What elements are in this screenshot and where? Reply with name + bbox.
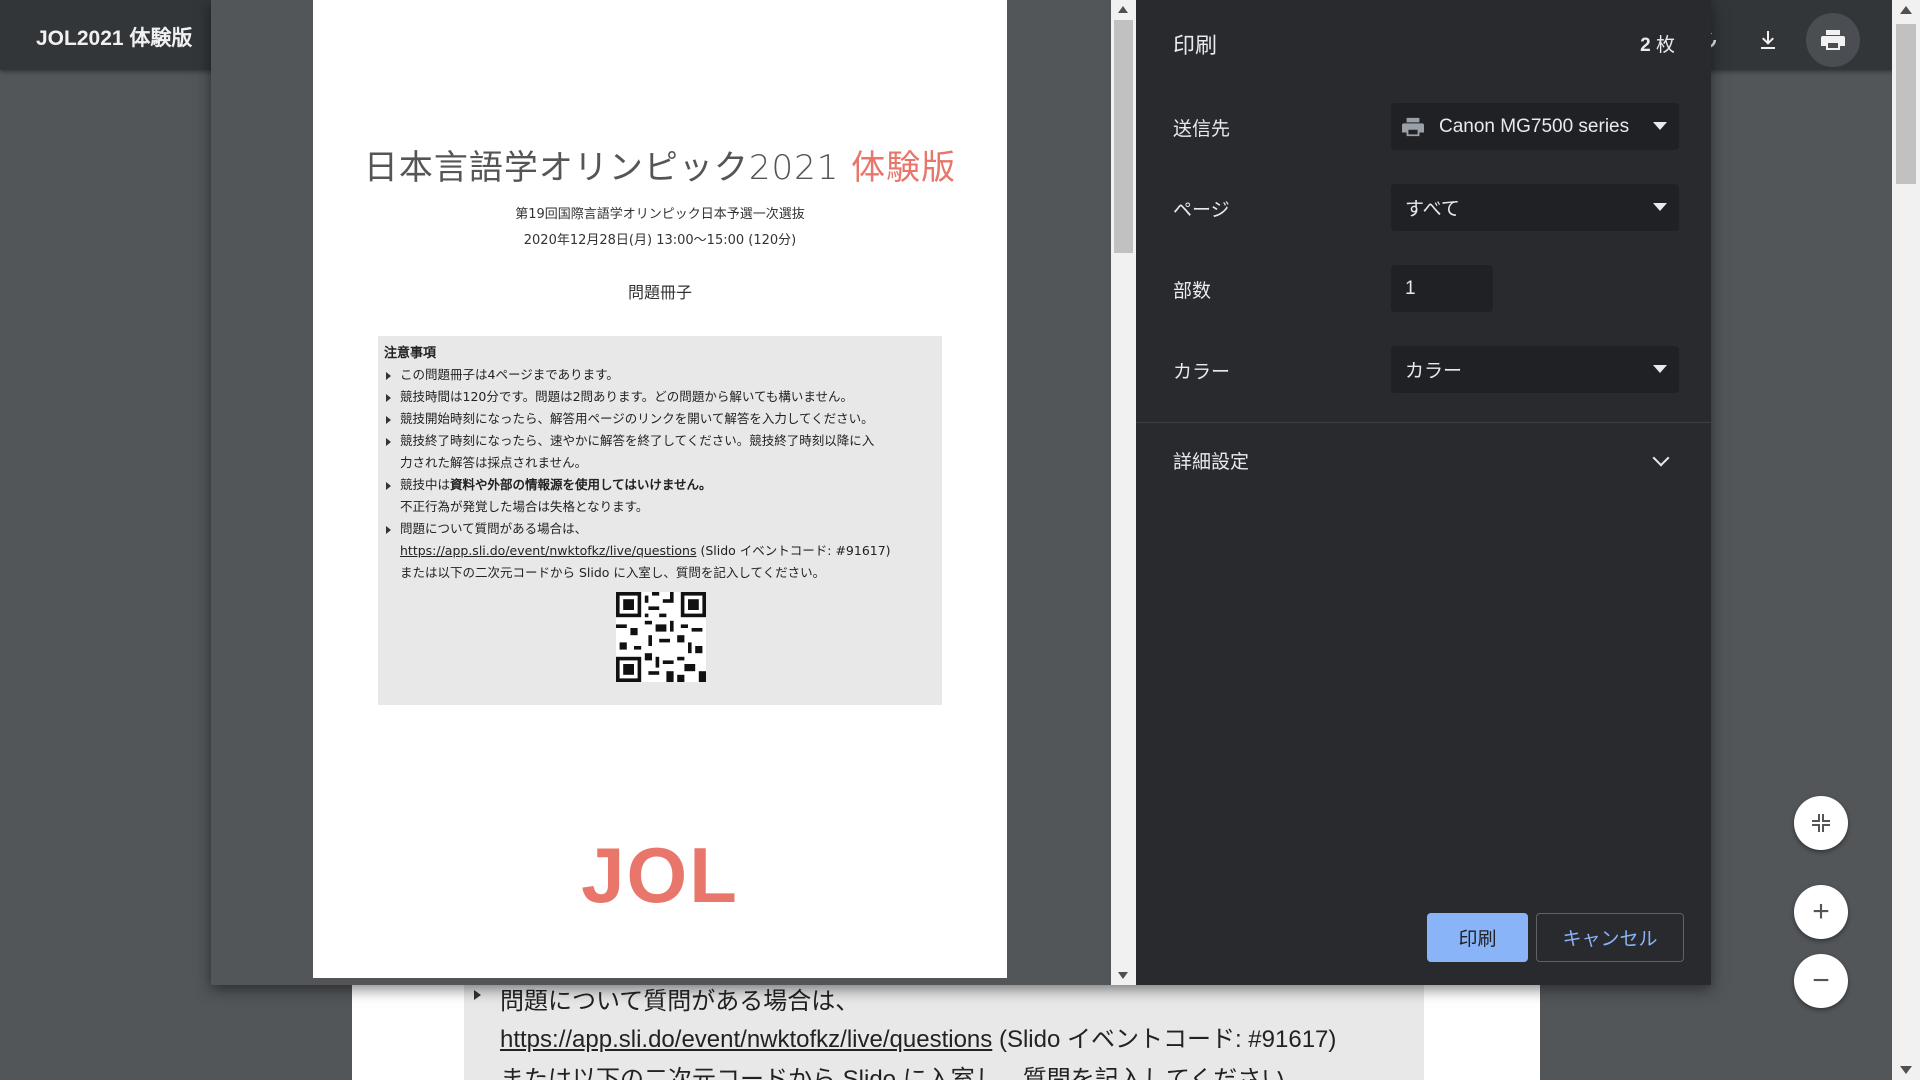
print-dialog: 日本言語学オリンピック2021 体験版 第19回国際言語学オリンピック日本予選一… <box>211 0 1711 985</box>
notice-bold-text: 資料や外部の情報源を使用してはいけません。 <box>450 477 712 492</box>
document-title: 日本言語学オリンピック2021 体験版 <box>313 140 1007 189</box>
list-item: 競技開始時刻になったら、解答用ページのリンクを開いて解答を入力してください。 <box>384 408 934 430</box>
fit-page-button[interactable] <box>1794 796 1848 850</box>
document-booklet-label: 問題冊子 <box>627 283 692 302</box>
chevron-down-icon <box>1653 365 1667 373</box>
zoom-out-button[interactable]: − <box>1794 954 1848 1008</box>
list-item: 競技時間は120分です。問題は2問あります。どの問題から解いても構いません。 <box>384 386 934 408</box>
divider <box>1136 422 1711 423</box>
background-text-line: または以下の二次元コードから Slido に入室し、質問を記入してください。 <box>500 1066 1310 1080</box>
sheet-count-number: 2 <box>1640 35 1651 56</box>
background-link[interactable]: https://app.sli.do/event/nwktofkz/live/q… <box>500 1026 992 1053</box>
document-title-accent: 体験版 <box>851 148 957 188</box>
document-date: 2020年12月28日(月) 13:00〜15:00 (120分) <box>523 233 797 248</box>
list-item-continuation: 力された解答は採点されません。 <box>400 455 588 470</box>
scroll-up-icon[interactable] <box>1900 6 1912 14</box>
cancel-button[interactable]: キャンセル <box>1536 913 1684 962</box>
viewer-title: JOL2021 体験版 <box>36 27 193 50</box>
destination-select[interactable]: Canon MG7500 series <box>1391 103 1679 150</box>
notice-text: 競技中は <box>400 477 451 492</box>
print-settings-panel: 印刷 2 枚 送信先 Canon MG7500 series ページ すべて 部… <box>1136 0 1711 985</box>
background-text: (Slido イベントコード: #91617) <box>992 1026 1337 1053</box>
list-item: この問題冊子は4ページまであります。 <box>384 364 934 386</box>
zoom-in-button[interactable]: + <box>1794 885 1848 939</box>
download-icon[interactable] <box>1746 18 1790 62</box>
sheet-count: 2 枚 <box>1640 30 1675 57</box>
color-select[interactable]: カラー <box>1391 346 1679 393</box>
slido-link: https://app.sli.do/event/nwktofkz/live/q… <box>400 543 697 558</box>
list-item-continuation: または以下の二次元コードから Slido に入室し、質問を記入してください。 <box>400 565 826 580</box>
background-text-line: 問題について質問がある場合は、 <box>473 981 859 1016</box>
print-title: 印刷 <box>1173 33 1218 58</box>
background-notice-box: 問題について質問がある場合は、 https://app.sli.do/event… <box>464 985 1424 1080</box>
scroll-down-icon[interactable] <box>1900 1066 1912 1074</box>
scroll-up-icon[interactable] <box>1118 6 1128 13</box>
notice-list: この問題冊子は4ページまであります。 競技時間は120分です。問題は2問あります… <box>384 364 934 584</box>
jol-logo: JOL <box>581 831 739 919</box>
preview-scrollbar[interactable] <box>1111 0 1136 985</box>
scroll-down-icon[interactable] <box>1118 972 1128 979</box>
sheet-count-unit: 枚 <box>1650 35 1675 56</box>
pages-value: すべて <box>1405 199 1460 220</box>
print-button[interactable]: 印刷 <box>1427 913 1528 962</box>
print-preview-page: 日本言語学オリンピック2021 体験版 第19回国際言語学オリンピック日本予選一… <box>313 0 1007 978</box>
destination-value: Canon MG7500 series <box>1439 115 1630 137</box>
color-label: カラー <box>1173 362 1231 383</box>
pages-select[interactable]: すべて <box>1391 184 1679 231</box>
viewer-scroll-thumb[interactable] <box>1896 24 1916 184</box>
chevron-down-icon <box>1653 122 1667 130</box>
qr-code-icon <box>616 592 706 682</box>
preview-scroll-thumb[interactable] <box>1114 20 1133 253</box>
notice-heading: 注意事項 <box>384 346 437 361</box>
list-item: 競技中は資料や外部の情報源を使用してはいけません。 <box>384 474 934 496</box>
background-document-page: 問題について質問がある場合は、 https://app.sli.do/event… <box>352 985 1540 1080</box>
viewer-toolbar-actions <box>1686 13 1860 67</box>
list-item-continuation: https://app.sli.do/event/nwktofkz/live/q… <box>384 540 934 562</box>
background-text-line: https://app.sli.do/event/nwktofkz/live/q… <box>500 1019 1336 1054</box>
copies-label: 部数 <box>1173 281 1212 302</box>
notice-text: (Slido イベントコード: #91617) <box>696 543 891 558</box>
print-preview-area[interactable]: 日本言語学オリンピック2021 体験版 第19回国際言語学オリンピック日本予選一… <box>211 0 1136 985</box>
list-item: 問題について質問がある場合は、 <box>384 518 934 540</box>
pages-label: ページ <box>1173 200 1230 221</box>
chevron-down-icon <box>1653 203 1667 211</box>
print-icon[interactable] <box>1806 13 1860 67</box>
color-value: カラー <box>1405 361 1463 382</box>
destination-label: 送信先 <box>1173 119 1231 140</box>
document-title-main: 日本言語学オリンピック2021 <box>363 148 852 188</box>
chevron-down-icon[interactable] <box>1652 449 1670 467</box>
list-item-continuation: 不正行為が発覚した場合は失格となります。 <box>400 499 649 514</box>
printer-icon <box>1402 117 1424 136</box>
notice-box: 注意事項 この問題冊子は4ページまであります。 競技時間は120分です。問題は2… <box>378 336 942 705</box>
viewer-scrollbar[interactable] <box>1892 0 1920 1080</box>
fit-page-icon <box>1812 814 1830 832</box>
advanced-settings-toggle[interactable]: 詳細設定 <box>1173 447 1249 474</box>
list-item: 競技終了時刻になったら、速やかに解答を終了してください。競技終了時刻以降に入 <box>384 430 934 452</box>
copies-input[interactable]: 1 <box>1391 265 1493 312</box>
document-subtitle: 第19回国際言語学オリンピック日本予選一次選抜 <box>515 207 805 222</box>
